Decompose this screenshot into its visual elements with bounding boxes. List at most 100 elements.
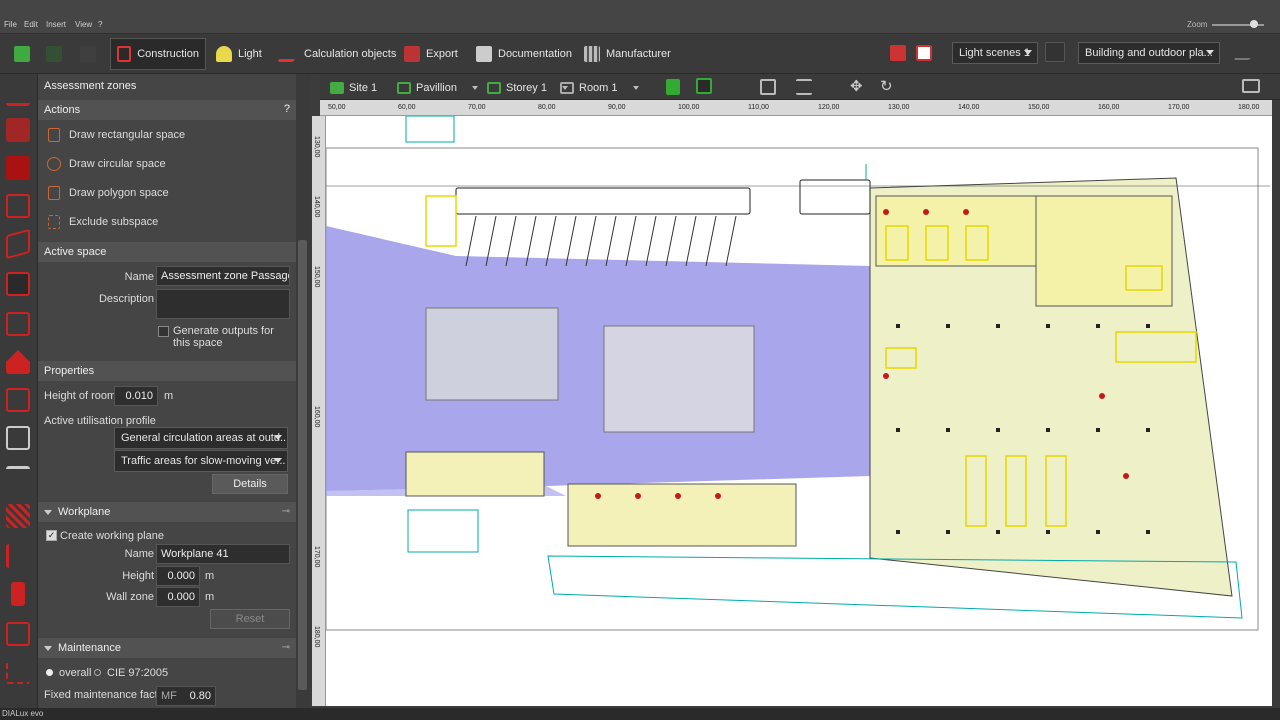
tab-construction[interactable]: Construction	[110, 38, 206, 70]
menu-edit[interactable]: Edit	[24, 20, 38, 29]
mf-label: MF	[161, 690, 177, 702]
zoom-slider-handle[interactable]	[1250, 20, 1258, 28]
measure-icon[interactable]	[796, 79, 812, 95]
roof-tool-icon[interactable]	[6, 350, 30, 374]
beam-tool-icon[interactable]	[11, 582, 25, 606]
assessment-zone-tool-icon[interactable]	[6, 272, 30, 296]
delete-scene-icon[interactable]	[916, 45, 932, 61]
utilisation-profile-dropdown-2[interactable]: Traffic areas for slow-moving ve...	[114, 450, 288, 472]
details-button[interactable]: Details	[212, 474, 288, 494]
pin-icon[interactable]: ⊸	[282, 642, 290, 653]
draw-rectangular-space-action[interactable]: Draw rectangular space	[38, 126, 296, 148]
cie-radio[interactable]	[94, 669, 101, 676]
draw-polygon-space-action[interactable]: Draw polygon space	[38, 184, 296, 206]
building-tool-icon[interactable]	[6, 156, 30, 180]
create-working-plane-checkbox[interactable]: ✓	[46, 530, 57, 541]
menu-insert[interactable]: Insert	[46, 20, 66, 29]
tab-documentation[interactable]: Documentation	[470, 38, 578, 70]
redo-icon[interactable]	[80, 46, 96, 62]
reset-button[interactable]: Reset	[210, 609, 290, 629]
display-icon[interactable]	[1242, 79, 1260, 93]
floor-plan-canvas[interactable]	[326, 116, 1272, 706]
polygon-icon	[48, 186, 60, 200]
pan-icon[interactable]: ✥	[850, 77, 863, 95]
ruler-tick: 130,00	[313, 136, 320, 158]
workplane-name-field[interactable]: Workplane 41	[156, 544, 290, 564]
site-selector[interactable]: Site 1	[330, 79, 377, 97]
window-tool-icon[interactable]	[6, 388, 30, 412]
draw-circular-space-action[interactable]: Draw circular space	[38, 155, 296, 177]
menu-view[interactable]: View	[75, 20, 92, 29]
menu-help[interactable]: ?	[98, 20, 102, 29]
collapse-icon[interactable]	[44, 510, 52, 515]
tab-manufacturer[interactable]: Manufacturer	[578, 38, 677, 70]
workplane-height-field[interactable]: 0.000	[156, 566, 200, 586]
rotate-icon[interactable]: ↻	[880, 77, 893, 95]
ceiling-tool-icon[interactable]	[6, 466, 30, 490]
light-scene-icon[interactable]	[890, 45, 906, 61]
save-icon[interactable]	[14, 46, 30, 62]
door-tool-icon[interactable]	[6, 312, 30, 336]
utilisation-profile-dropdown-1[interactable]: General circulation areas at outd...	[114, 427, 288, 449]
assessment-zones-panel: Assessment zones Actions ? Draw rectangu…	[38, 74, 296, 708]
exclude-icon	[48, 215, 60, 229]
ruler-tick: 60,00	[398, 104, 416, 111]
room-selector[interactable]: Room 1	[560, 79, 639, 97]
ruler-tick: 140,00	[958, 104, 980, 111]
light-scenes-dropdown[interactable]: Light scenes 1	[952, 42, 1038, 64]
tab-export[interactable]: Export	[398, 38, 464, 70]
undo-icon[interactable]	[46, 46, 62, 62]
exclude-subspace-action[interactable]: Exclude subspace	[38, 213, 296, 235]
building-dropdown[interactable]: Building and outdoor pla...	[1078, 42, 1220, 64]
maintenance-header-label: Maintenance	[58, 642, 121, 654]
wall-tool-icon[interactable]	[6, 118, 30, 142]
calculation-objects-icon	[277, 46, 303, 62]
panel-scrollbar-thumb[interactable]	[298, 240, 307, 690]
room-tool-icon[interactable]	[6, 228, 30, 260]
kiosk-outline	[799, 179, 871, 215]
export-icon	[404, 46, 420, 62]
ruler-tick: 160,00	[1098, 104, 1120, 111]
menu-file[interactable]: File	[4, 20, 17, 29]
ruler-tick: 160,00	[313, 406, 320, 428]
tab-export-label: Export	[426, 48, 458, 60]
column-tool-icon[interactable]	[6, 544, 30, 568]
wall-zone-field[interactable]: 0.000	[156, 587, 200, 607]
storey-icon	[487, 82, 501, 94]
generate-outputs-checkbox[interactable]	[158, 326, 169, 337]
status-bar: DIALux evo	[0, 708, 1280, 720]
storey-selector[interactable]: Storey 1	[487, 79, 568, 97]
height-of-room-field[interactable]: 0.010	[114, 386, 158, 406]
green-box-icon[interactable]	[666, 79, 680, 95]
space-name-field[interactable]: Assessment zone Passage	[156, 266, 290, 286]
chevron-down-icon	[1024, 50, 1032, 55]
rectangle-icon	[48, 128, 60, 142]
fit-view-icon[interactable]	[760, 79, 776, 95]
marker-tool-icon[interactable]	[6, 660, 30, 684]
active-space-header: Active space	[38, 242, 296, 262]
maintenance-factor-field[interactable]: MF 0.80	[156, 686, 216, 706]
construction-icon	[117, 46, 132, 62]
canvas-scrollbar[interactable]	[1272, 100, 1280, 708]
help-icon[interactable]: ?	[284, 103, 290, 115]
chevron-down-icon	[632, 86, 639, 90]
zone-view-icon[interactable]	[696, 78, 712, 94]
tab-calculation-objects[interactable]: Calculation objects	[276, 38, 402, 70]
overall-radio[interactable]	[46, 669, 53, 676]
storey-label: Storey 1	[506, 82, 547, 94]
building-selector[interactable]: Pavillion	[397, 79, 478, 97]
object-tool-icon[interactable]	[6, 426, 30, 450]
scene-settings-button[interactable]	[1045, 42, 1065, 62]
pin-icon[interactable]: ⊸	[282, 506, 290, 517]
description-field[interactable]	[156, 289, 290, 319]
collapse-icon[interactable]	[44, 646, 52, 651]
tab-light[interactable]: Light	[210, 38, 268, 70]
ruler-tick: 110,00	[748, 104, 769, 111]
tab-construction-label: Construction	[137, 48, 199, 60]
generate-outputs-label: Generate outputs for this space	[173, 325, 274, 349]
stairs-tool-icon[interactable]	[6, 504, 30, 528]
opening-tool-icon[interactable]	[6, 622, 30, 646]
floor-tool-icon[interactable]	[6, 194, 30, 218]
workplane-height-unit: m	[205, 570, 215, 582]
arrow-tool-icon[interactable]	[6, 82, 30, 106]
